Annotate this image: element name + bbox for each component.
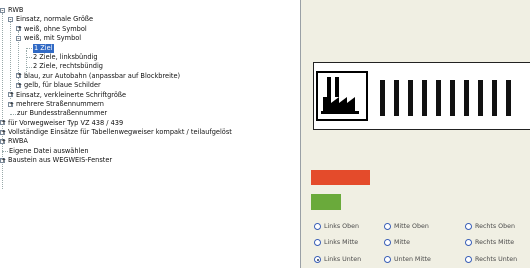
factory-icon-graphic (321, 77, 359, 114)
tree-node-vorwegweiser[interactable]: + für Vorwegweiser Typ VZ 438 / 439 (0, 119, 300, 128)
radio-label: Rechts Unten (475, 256, 518, 263)
tree-line (26, 66, 32, 68)
radio-circle-icon[interactable] (314, 223, 321, 230)
tree-node-label: RWB (8, 6, 24, 14)
tree-node-weiss-mit-symbol[interactable]: - weiß, mit Symbol (0, 34, 300, 43)
tree-node-weiss-ohne-symbol[interactable]: + weiß, ohne Symbol (0, 25, 300, 34)
tree-node-label: 2 Ziele, rechtsbündig (33, 62, 103, 71)
tree-node-label: Einsatz, normale Größe (16, 15, 94, 24)
tree-node-label: Eigene Datei auswählen (9, 146, 89, 155)
expand-toggle-icon[interactable]: + (0, 139, 6, 145)
tree-node-baustein[interactable]: + Baustein aus WEGWEIS-Fenster (0, 156, 300, 165)
expand-toggle-icon[interactable]: + (16, 73, 22, 79)
radio-circle-icon[interactable] (465, 239, 472, 246)
radio-label: Rechts Mitte (475, 239, 515, 246)
tree-node-2-ziele-rechts[interactable]: 2 Ziele, rechtsbündig (0, 62, 300, 71)
factory-icon (316, 71, 368, 121)
expand-toggle-icon[interactable]: + (0, 120, 6, 126)
text-bar (394, 80, 399, 116)
text-bar (436, 80, 441, 116)
tree-node-bundesstrassennummer[interactable]: zur Bundesstraßennummer (0, 109, 300, 118)
tree-line (26, 57, 32, 59)
collapse-toggle-icon[interactable]: - (8, 17, 13, 23)
text-bar (464, 80, 469, 116)
text-bar (478, 80, 483, 116)
radio-label: Links Unten (324, 256, 362, 263)
text-bar (408, 80, 413, 116)
tree-node-label-selected: 1 Ziel (33, 43, 54, 53)
tree-node-einsatz-normal[interactable]: - Einsatz, normale Größe (0, 15, 300, 24)
radio-circle-icon[interactable] (384, 223, 391, 230)
tree-node-label: gelb, für blaue Schilder (24, 81, 101, 90)
radio-label: Links Oben (324, 223, 359, 230)
tree-line (26, 48, 32, 50)
tree-line (2, 151, 8, 153)
tree-node-label: für Vorwegweiser Typ VZ 438 / 439 (8, 118, 124, 127)
expand-toggle-icon[interactable]: + (8, 101, 14, 107)
tree-node-1-ziel[interactable]: 1 Ziel (0, 43, 300, 53)
tree-node-label: weiß, ohne Symbol (24, 24, 87, 33)
text-bar (380, 80, 385, 116)
tree-node-label: weiß, mit Symbol (24, 34, 82, 43)
radio-circle-icon[interactable] (465, 256, 472, 263)
expand-toggle-icon[interactable]: + (0, 129, 6, 135)
tree-node-blau-autobahn[interactable]: + blau, zur Autobahn (anpassbar auf Bloc… (0, 72, 300, 81)
tree-node-eigene-datei[interactable]: Eigene Datei auswählen (0, 147, 300, 156)
collapse-toggle-icon[interactable]: - (0, 7, 5, 13)
text-bar (506, 80, 511, 116)
preview-panel: Links Oben Mitte Oben Rechts Oben Links … (305, 0, 530, 268)
tree-node-2-ziele-links[interactable]: 2 Ziele, linksbündig (0, 53, 300, 62)
radio-label: Mitte Oben (394, 223, 429, 230)
radio-circle-icon[interactable] (314, 239, 321, 246)
green-color-swatch (311, 194, 341, 210)
tree-node-einsatz-verkleinert[interactable]: + Einsatz, verkleinerte Schriftgröße (0, 91, 300, 100)
tree-node-gelb[interactable]: + gelb, für blaue Schilder (0, 81, 300, 90)
expand-toggle-icon[interactable]: + (0, 157, 6, 163)
tree-node-label: Vollständige Einsätze für Tabellenwegwei… (8, 128, 232, 137)
tree-node-label: 2 Ziele, linksbündig (33, 52, 98, 61)
radio-label: Links Mitte (324, 239, 359, 246)
red-color-swatch (311, 170, 370, 185)
collapse-toggle-icon[interactable]: - (16, 35, 21, 41)
template-tree[interactable]: - RWB - Einsatz, normale Größe + weiß, o… (0, 0, 301, 268)
radio-label: Mitte (394, 239, 410, 246)
tree-node-label: zur Bundesstraßennummer (17, 109, 108, 118)
text-bar (450, 80, 455, 116)
radio-circle-icon[interactable] (384, 239, 391, 246)
sign-preview (313, 62, 530, 130)
radio-label: Rechts Oben (475, 223, 515, 230)
expand-toggle-icon[interactable]: + (16, 82, 22, 88)
tree-node-rwba[interactable]: + RWBA (0, 137, 300, 146)
radio-circle-icon[interactable] (465, 223, 472, 230)
expand-toggle-icon[interactable]: + (8, 92, 14, 98)
tree-node-vollstaendige-einsaetze[interactable]: + Vollständige Einsätze für Tabellenwegw… (0, 128, 300, 137)
tree-node-label: Baustein aus WEGWEIS-Fenster (8, 156, 113, 165)
tree-line (10, 113, 16, 115)
radio-label: Unten Mitte (394, 256, 431, 263)
tree-node-label: RWBA (8, 137, 28, 146)
tree-node-label: Einsatz, verkleinerte Schriftgröße (16, 90, 127, 99)
expand-toggle-icon[interactable]: + (16, 26, 22, 32)
tree-node-label: blau, zur Autobahn (anpassbar auf Blockb… (24, 71, 181, 80)
tree-node-label: mehrere Straßennummern (16, 99, 104, 108)
text-bar (422, 80, 427, 116)
radio-circle-checked-icon[interactable] (314, 256, 321, 263)
tree-node-mehrere-strassennummern[interactable]: + mehrere Straßennummern (0, 100, 300, 109)
tree-node-rwb[interactable]: - RWB (0, 6, 300, 15)
text-bar (492, 80, 497, 116)
radio-circle-icon[interactable] (384, 256, 391, 263)
